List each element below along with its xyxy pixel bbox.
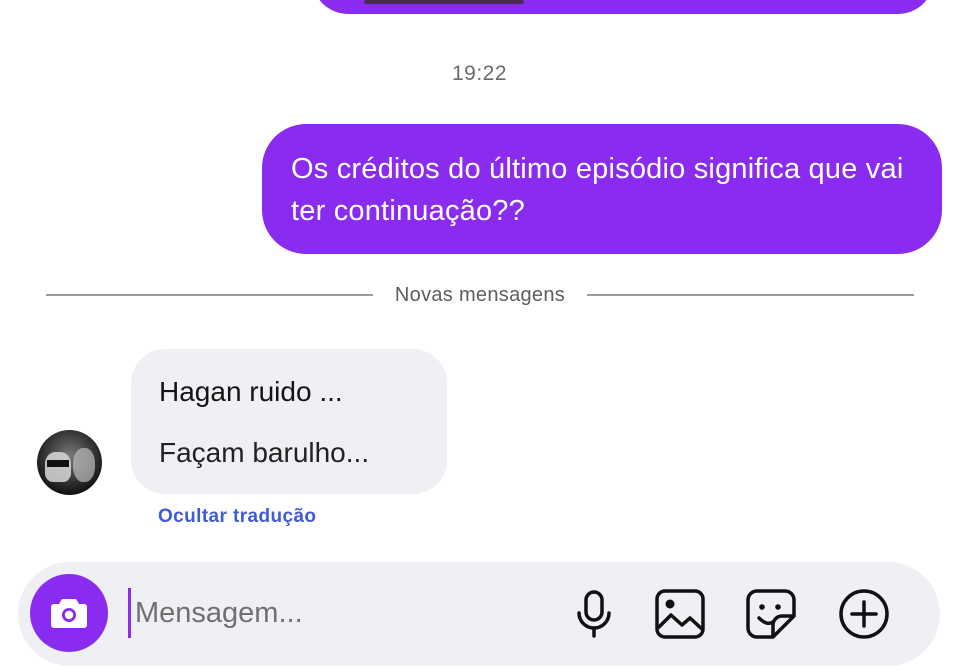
gallery-button[interactable]: [652, 586, 708, 642]
incoming-message-bubble[interactable]: Hagan ruido ... Façam barulho...: [131, 349, 447, 494]
previous-message-media: [364, 0, 524, 4]
hide-translation-link[interactable]: Ocultar tradução: [158, 506, 316, 528]
incoming-message-translation: Façam barulho...: [159, 437, 370, 468]
more-options-button[interactable]: [836, 586, 892, 642]
outgoing-message-text: Os créditos do último episódio significa…: [291, 153, 904, 227]
divider-label: Novas mensagens: [394, 283, 566, 306]
previous-message-bubble[interactable]: [312, 0, 934, 14]
camera-button[interactable]: [30, 574, 108, 652]
divider-line-right: [587, 294, 914, 296]
avatar[interactable]: [37, 430, 102, 495]
incoming-message-original: Hagan ruido ...: [159, 376, 343, 407]
outgoing-message-bubble[interactable]: Os créditos do último episódio significa…: [262, 124, 942, 254]
divider-line-left: [46, 294, 373, 296]
sticker-icon: [746, 589, 796, 639]
microphone-icon: [577, 590, 611, 638]
sticker-button[interactable]: [743, 586, 799, 642]
chat-screen: 19:22 Os créditos do último episódio sig…: [0, 0, 959, 672]
microphone-button[interactable]: [566, 586, 622, 642]
message-input[interactable]: [128, 588, 535, 638]
new-messages-divider: Novas mensagens: [46, 282, 914, 308]
message-composer: [18, 562, 940, 666]
camera-icon: [51, 599, 87, 628]
plus-circle-icon: [839, 589, 889, 639]
gallery-icon: [655, 589, 705, 639]
message-timestamp: 19:22: [451, 62, 508, 85]
